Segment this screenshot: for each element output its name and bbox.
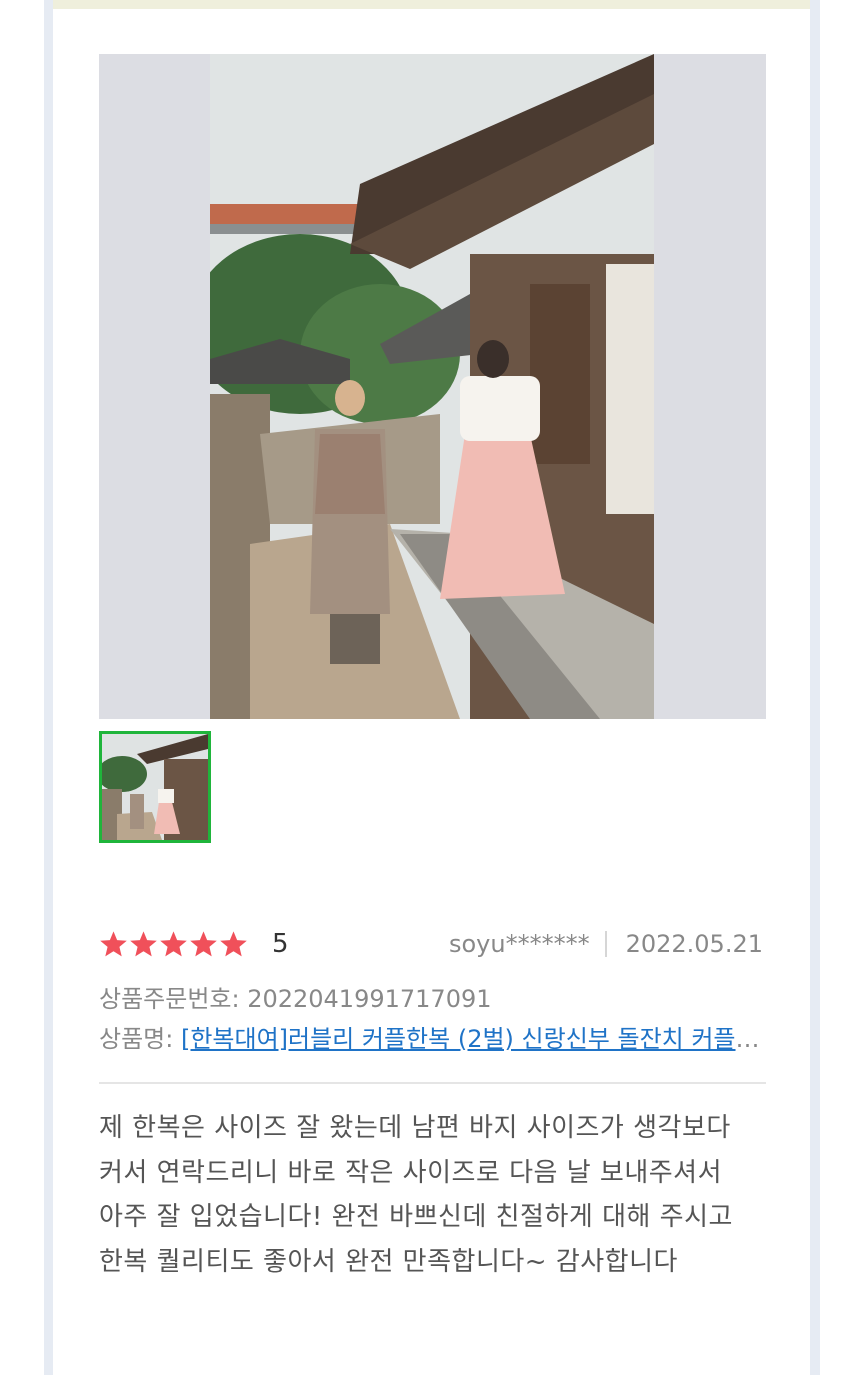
product-name-line: 상품명: [한복대여]러블리 커플한복 (2벌) 신랑신부 돌잔치 커플 한복 [99,1022,765,1056]
star-icon [190,931,217,957]
top-strip [44,0,820,9]
review-photo [210,54,654,719]
product-name-link[interactable]: [한복대여]러블리 커플한복 (2벌) 신랑신부 돌잔치 커플 한복 [181,1025,765,1053]
review-body: 제 한복은 사이즈 잘 왔는데 남편 바지 사이즈가 생각보다 커서 연락드리니… [99,1113,733,1277]
star-icon [220,931,247,957]
rating-stars [99,929,248,961]
star-icon [130,931,157,957]
meta-divider [604,931,607,957]
order-number: 상품주문번호: 2022041991717091 [99,985,492,1013]
product-name-label: 상품명: [99,1025,181,1053]
page-gutter-right [810,0,820,1375]
review-meta: soyu******* 2022.05.21 [449,928,763,960]
reviewer-id: soyu******* [448,930,590,958]
divider [99,1082,766,1084]
page-gutter-left [44,0,53,1375]
thumbnail-image [102,734,208,840]
rating-score: 5 [272,929,289,959]
star-icon [100,931,127,957]
review-photo-viewer[interactable] [99,54,766,719]
star-icon [160,931,187,957]
review-photo-thumbnail[interactable] [99,731,211,843]
review-date: 2022.05.21 [625,930,763,958]
